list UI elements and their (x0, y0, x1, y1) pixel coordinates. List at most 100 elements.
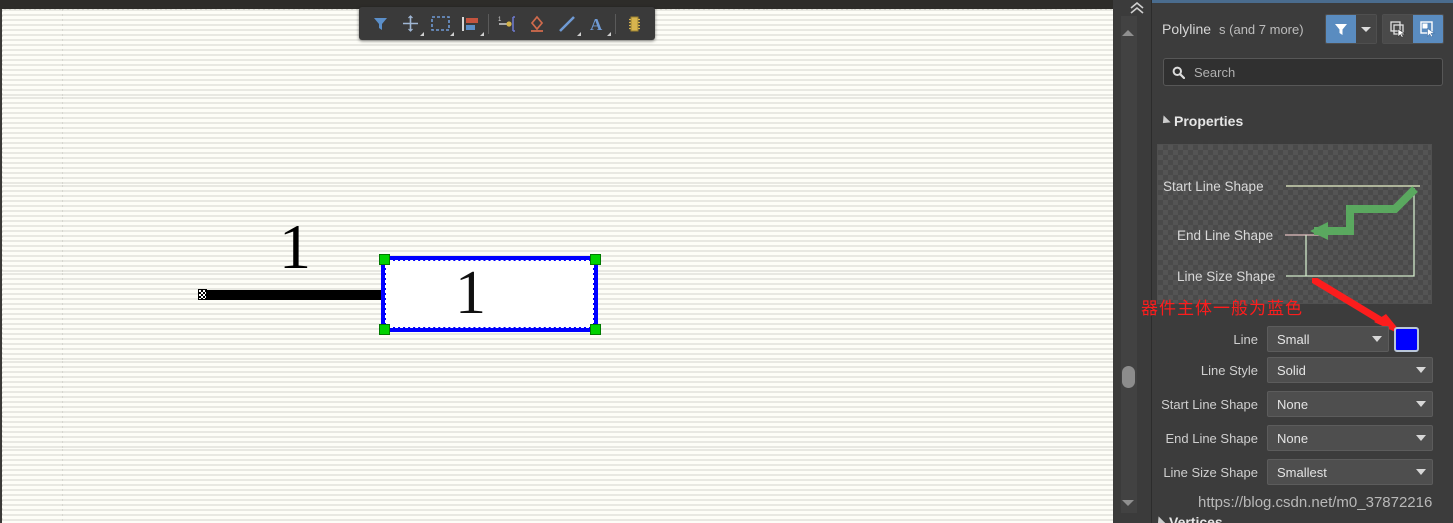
line-style-dropdown[interactable]: Solid (1267, 357, 1433, 383)
text-icon-button[interactable]: A (582, 10, 612, 37)
ground-symbol-icon (530, 15, 544, 32)
component-label: 1 (455, 259, 486, 327)
chevron-down-icon (1416, 469, 1426, 475)
chevron-down-icon (1416, 367, 1426, 373)
end-line-shape-callout-label: End Line Shape (1177, 228, 1273, 243)
line-size-shape-dropdown-value: Smallest (1277, 464, 1327, 480)
property-row-line-size-shape: Line Size Shape Smallest (1157, 459, 1433, 485)
vertical-scrollbar-track[interactable] (1121, 16, 1137, 513)
line-size-shape-callout-label: Line Size Shape (1177, 269, 1275, 284)
scroll-down-arrow-icon[interactable] (1122, 500, 1134, 506)
wire-label: 1 (279, 211, 311, 282)
property-label-line: Line (1233, 331, 1258, 347)
chevron-down-icon[interactable] (420, 32, 424, 36)
wire-endpoint-handle[interactable] (198, 289, 207, 300)
search-input[interactable] (1192, 63, 1434, 81)
line-icon-button[interactable] (552, 10, 582, 37)
select-multiple-icon (1390, 21, 1406, 38)
property-label-line-style: Line Style (1200, 362, 1258, 378)
line-style-dropdown-value: Solid (1277, 362, 1306, 378)
resize-handle-top-left[interactable] (379, 254, 390, 265)
resize-handle-bottom-right[interactable] (590, 324, 601, 335)
line-icon (559, 15, 575, 32)
filter-dropdown-button[interactable] (1356, 15, 1376, 43)
filter-icon-button[interactable] (365, 10, 395, 37)
selection-mode-button-group (1382, 14, 1444, 44)
search-box[interactable] (1163, 58, 1443, 86)
property-label-line-size-shape: Line Size Shape (1163, 464, 1258, 480)
crosshair-icon-button[interactable] (395, 10, 425, 37)
toolbar-separator-1 (488, 13, 489, 34)
preview-polyline (1314, 186, 1418, 235)
ground-symbol-icon-button[interactable] (522, 10, 552, 37)
crosshair-icon (402, 15, 418, 32)
panel-title: Polyline (1162, 21, 1212, 37)
chevron-down-icon[interactable] (480, 32, 484, 36)
align-icon-button[interactable] (455, 10, 485, 37)
polyline-preview: Start Line Shape End Line Shape Line Siz… (1157, 144, 1432, 304)
select-single-button[interactable] (1413, 15, 1443, 43)
select-multiple-button[interactable] (1383, 15, 1413, 43)
properties-section-label: Properties (1174, 113, 1244, 129)
chevron-down-icon[interactable] (577, 32, 581, 36)
chevron-down-icon[interactable] (607, 32, 611, 36)
panel-subtitle: s (and 7 more) (1219, 21, 1304, 37)
svg-text:1: 1 (498, 17, 502, 23)
select-single-icon (1420, 21, 1436, 38)
end-line-shape-dropdown-value: None (1277, 430, 1309, 446)
property-row-line: Line Small (1157, 326, 1433, 352)
property-row-start-line-shape: Start Line Shape None (1157, 391, 1433, 417)
canvas-scrollbar-column (1113, 0, 1151, 523)
canvas-left-edge (0, 9, 2, 523)
application-window: 1 1 1 A Polyline s (and 7 more) Search P… (0, 0, 1453, 523)
panel-accent-line (1152, 0, 1453, 3)
filter-icon (1335, 24, 1347, 35)
chevron-down-icon (1416, 435, 1426, 441)
properties-section-header[interactable]: Properties (1159, 113, 1244, 129)
place-pin-icon: 1 (498, 15, 515, 32)
filter-icon (373, 18, 387, 30)
toolbar-separator-2 (615, 13, 616, 34)
selection-rectangle-icon (430, 16, 450, 31)
line-dropdown-value: Small (1277, 331, 1310, 347)
end-line-shape-dropdown[interactable]: None (1267, 425, 1433, 451)
line-color-swatch[interactable] (1394, 326, 1419, 352)
component-rectangle[interactable] (381, 256, 598, 332)
resize-handle-top-right[interactable] (590, 254, 601, 265)
line-size-shape-dropdown[interactable]: Smallest (1267, 459, 1433, 485)
svg-text:A: A (590, 15, 603, 33)
schematic-wire[interactable] (202, 290, 384, 300)
start-line-shape-callout-label: Start Line Shape (1163, 179, 1264, 194)
property-row-line-style: Line Style Solid (1157, 357, 1433, 383)
property-row-end-line-shape: End Line Shape None (1157, 425, 1433, 451)
property-label-start-line-shape: Start Line Shape (1161, 396, 1258, 412)
preview-illustration: Start Line Shape End Line Shape Line Siz… (1163, 179, 1420, 284)
chevron-down-icon (1159, 115, 1171, 127)
vertical-scrollbar-thumb[interactable] (1122, 366, 1135, 388)
resize-handle-bottom-left[interactable] (379, 324, 390, 335)
ic-chip-icon-button[interactable] (619, 10, 649, 37)
selection-rectangle-icon-button[interactable] (425, 10, 455, 37)
schematic-canvas[interactable]: 1 1 1 A (0, 0, 1113, 523)
scroll-up-arrow-icon[interactable] (1122, 30, 1134, 36)
vertices-section-header[interactable]: Vertices (1154, 514, 1223, 523)
line-dropdown[interactable]: Small (1267, 326, 1389, 352)
chevron-down-icon (1154, 516, 1166, 523)
filter-button[interactable] (1326, 15, 1356, 43)
start-line-shape-dropdown[interactable]: None (1267, 391, 1433, 417)
watermark-url: https://blog.csdn.net/m0_37872216 (1198, 494, 1433, 511)
text-icon: A (590, 15, 603, 33)
chevron-down-icon (1372, 336, 1382, 342)
search-icon (1172, 66, 1185, 79)
place-pin-icon-button[interactable]: 1 (492, 10, 522, 37)
chevron-down-icon[interactable] (450, 32, 454, 36)
chevron-down-icon (1416, 401, 1426, 407)
chinese-annotation: 器件主体一般为蓝色 (1141, 299, 1303, 319)
start-line-shape-dropdown-value: None (1277, 396, 1309, 412)
canvas-toolbar: 1 A (359, 7, 655, 40)
collapse-panel-button[interactable] (1127, 1, 1147, 15)
chevron-double-up-icon (1130, 2, 1144, 14)
panel-header: Polyline s (and 7 more) (1152, 10, 1453, 48)
preview-arrowhead (1310, 222, 1328, 240)
filter-button-group (1325, 14, 1377, 44)
